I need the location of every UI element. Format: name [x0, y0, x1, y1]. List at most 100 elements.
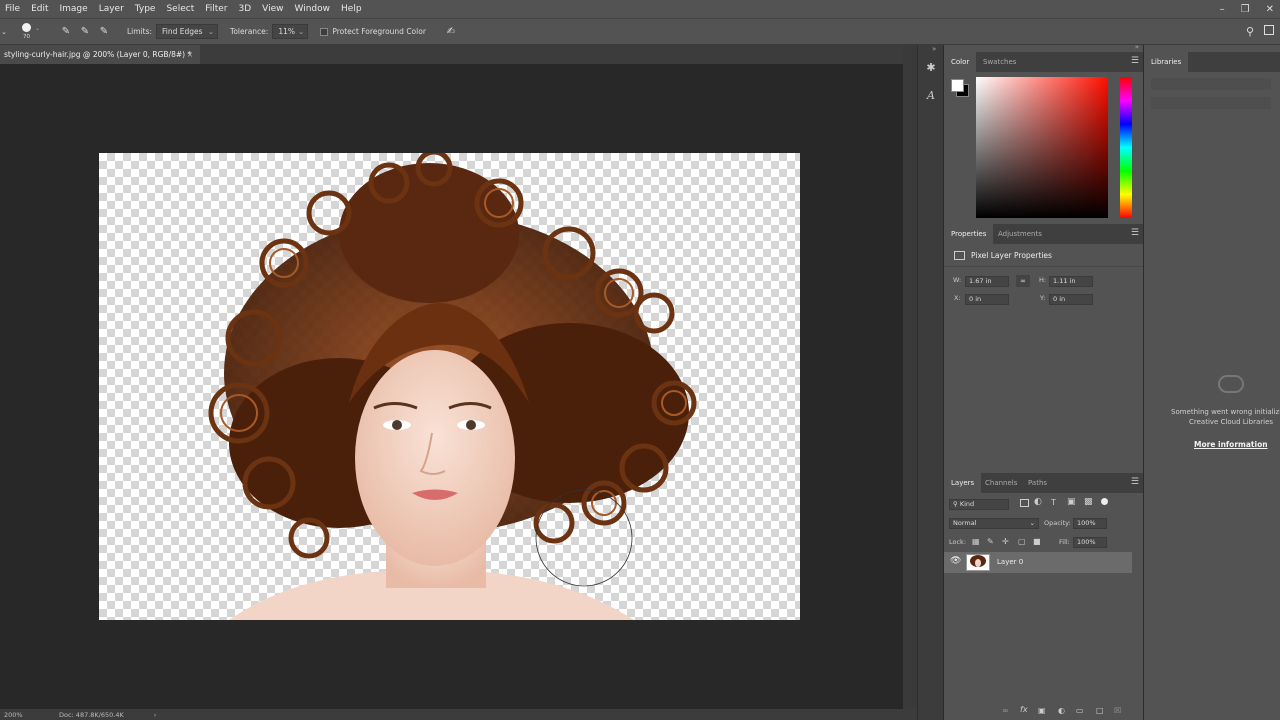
minimize-icon[interactable]: – [1220, 4, 1225, 15]
layers-footer: ∞ fx ▣ ◐ ▭ □ ☒ [944, 704, 1144, 720]
close-document-icon[interactable]: × [187, 45, 193, 64]
sampling-once-icon[interactable]: ✎ [78, 25, 92, 39]
history-brush-icon[interactable]: ✱ [923, 60, 939, 76]
menu-window[interactable]: Window [290, 0, 337, 18]
lock-artboard-icon[interactable]: ▢ [1018, 537, 1026, 546]
zoom-level[interactable]: 200% [4, 711, 59, 719]
layer-style-fx-icon[interactable]: fx [1020, 705, 1028, 714]
lock-transparent-icon[interactable]: ▦ [972, 537, 980, 546]
lock-position-icon[interactable]: ✛ [1002, 537, 1009, 546]
filter-shape-icon[interactable]: ▣ [1067, 497, 1076, 507]
color-field[interactable] [976, 77, 1108, 218]
width-input[interactable]: 1.67 in [965, 276, 1009, 287]
document-tab[interactable]: styling-curly-hair.jpg @ 200% (Layer 0, … [0, 45, 200, 64]
blend-mode-select[interactable]: Normal ⌄ [949, 518, 1039, 529]
filter-type-icon[interactable]: T [1051, 498, 1056, 507]
width-label: W: [953, 276, 962, 284]
opacity-input[interactable]: 100% [1073, 518, 1107, 529]
menu-select[interactable]: Select [161, 0, 200, 18]
library-search-input[interactable] [1151, 97, 1271, 109]
canvas-vertical-scrollbar[interactable] [903, 45, 917, 710]
layer-row[interactable]: 👁 Layer 0 [944, 552, 1132, 573]
document-canvas[interactable] [99, 153, 800, 620]
protect-foreground-checkbox[interactable] [320, 27, 329, 36]
blend-mode-value: Normal [953, 519, 977, 527]
layer-visibility-eye-icon[interactable]: 👁 [950, 556, 961, 566]
cloud-error-icon [1218, 375, 1244, 393]
layers-panel-menu-icon[interactable]: ☰ [1131, 477, 1139, 487]
collapse-strip-icon[interactable]: » [932, 45, 936, 53]
width-value: 1.67 in [969, 277, 992, 285]
x-input[interactable]: 0 in [965, 294, 1009, 305]
menu-filter[interactable]: Filter [200, 0, 233, 18]
tool-preset-chevron-icon[interactable]: ⌄ [0, 25, 8, 39]
delete-layer-icon[interactable]: ☒ [1114, 706, 1121, 715]
menu-layer[interactable]: Layer [94, 0, 130, 18]
status-arrow-icon[interactable]: › [154, 711, 157, 719]
foreground-color-swatch[interactable] [951, 79, 964, 92]
more-information-link[interactable]: More information [1194, 440, 1268, 449]
opacity-value: 100% [1077, 519, 1096, 527]
panel-icon-strip: » ✱ A [917, 45, 943, 720]
tab-libraries[interactable]: Libraries [1144, 52, 1189, 72]
sampling-continuous-icon[interactable]: ✎ [59, 25, 73, 39]
tolerance-input[interactable]: 11% ⌄ [272, 24, 309, 39]
height-input[interactable]: 1.11 in [1049, 276, 1093, 287]
link-layers-icon[interactable]: ∞ [1002, 706, 1009, 715]
brush-preset-picker[interactable]: 70 ⌄ [13, 20, 41, 44]
filter-toggle-icon[interactable] [1101, 498, 1108, 505]
new-layer-icon[interactable]: □ [1096, 706, 1104, 715]
new-adjustment-icon[interactable]: ◐ [1058, 706, 1065, 715]
properties-panel-menu-icon[interactable]: ☰ [1131, 228, 1139, 238]
pressure-size-icon[interactable]: ✍ [444, 25, 458, 39]
color-panel-menu-icon[interactable]: ☰ [1131, 56, 1139, 66]
tab-swatches[interactable]: Swatches [976, 52, 1023, 72]
menu-help[interactable]: Help [336, 0, 368, 18]
fill-input[interactable]: 100% [1073, 537, 1107, 548]
menu-file[interactable]: File [0, 0, 26, 18]
y-value: 0 in [1053, 295, 1066, 303]
properties-panel: Pixel Layer Properties W: 1.67 in ∞ H: 1… [944, 244, 1144, 470]
brush-size-value: 70 [23, 33, 30, 40]
search-icon[interactable]: ⚲ [1246, 25, 1254, 38]
properties-panel-header: Properties Adjustments ☰ [944, 224, 1144, 244]
filter-pixel-icon[interactable] [1020, 499, 1029, 507]
height-label: H: [1039, 276, 1047, 284]
restore-icon[interactable]: ❐ [1241, 4, 1250, 15]
menu-bar: File Edit Image Layer Type Select Filter… [0, 0, 1280, 18]
library-select[interactable] [1151, 78, 1271, 90]
filter-smart-object-icon[interactable]: ▩ [1084, 497, 1093, 507]
link-dimensions-icon[interactable]: ∞ [1016, 275, 1030, 287]
collapse-panels-icon[interactable]: » [1135, 43, 1139, 51]
menu-image[interactable]: Image [55, 0, 94, 18]
tab-channels[interactable]: Channels [978, 473, 1024, 493]
lock-all-icon[interactable]: ■ [1033, 537, 1041, 546]
add-mask-icon[interactable]: ▣ [1038, 706, 1046, 715]
tab-adjustments[interactable]: Adjustments [991, 224, 1049, 244]
filter-search-icon: ⚲ [953, 500, 960, 508]
properties-title: Pixel Layer Properties [971, 251, 1052, 260]
menu-view[interactable]: View [257, 0, 289, 18]
lock-image-icon[interactable]: ✎ [987, 537, 994, 546]
libraries-error-line1: Something went wrong initializing [1171, 408, 1280, 416]
character-panel-icon[interactable]: A [923, 88, 939, 104]
brush-chevron-icon: ⌄ [35, 24, 41, 32]
menu-type[interactable]: Type [130, 0, 162, 18]
hue-slider[interactable] [1120, 77, 1132, 218]
color-panel [944, 72, 1144, 226]
workspace-icon[interactable] [1264, 25, 1274, 35]
tab-properties[interactable]: Properties [944, 224, 994, 244]
new-group-icon[interactable]: ▭ [1076, 706, 1084, 715]
filter-adjustment-icon[interactable]: ◐ [1034, 497, 1042, 507]
layer-filter-select[interactable]: ⚲ Kind [949, 499, 1009, 510]
close-icon[interactable]: ✕ [1266, 4, 1274, 15]
y-input[interactable]: 0 in [1049, 294, 1093, 305]
tab-layers[interactable]: Layers [944, 473, 982, 493]
menu-3d[interactable]: 3D [234, 0, 258, 18]
menu-edit[interactable]: Edit [26, 0, 54, 18]
sampling-swatch-icon[interactable]: ✎ [97, 25, 111, 39]
limits-select[interactable]: Find Edges ⌄ [156, 24, 219, 39]
tab-paths[interactable]: Paths [1021, 473, 1054, 493]
tab-color[interactable]: Color [944, 52, 977, 72]
x-label: X: [954, 294, 961, 302]
